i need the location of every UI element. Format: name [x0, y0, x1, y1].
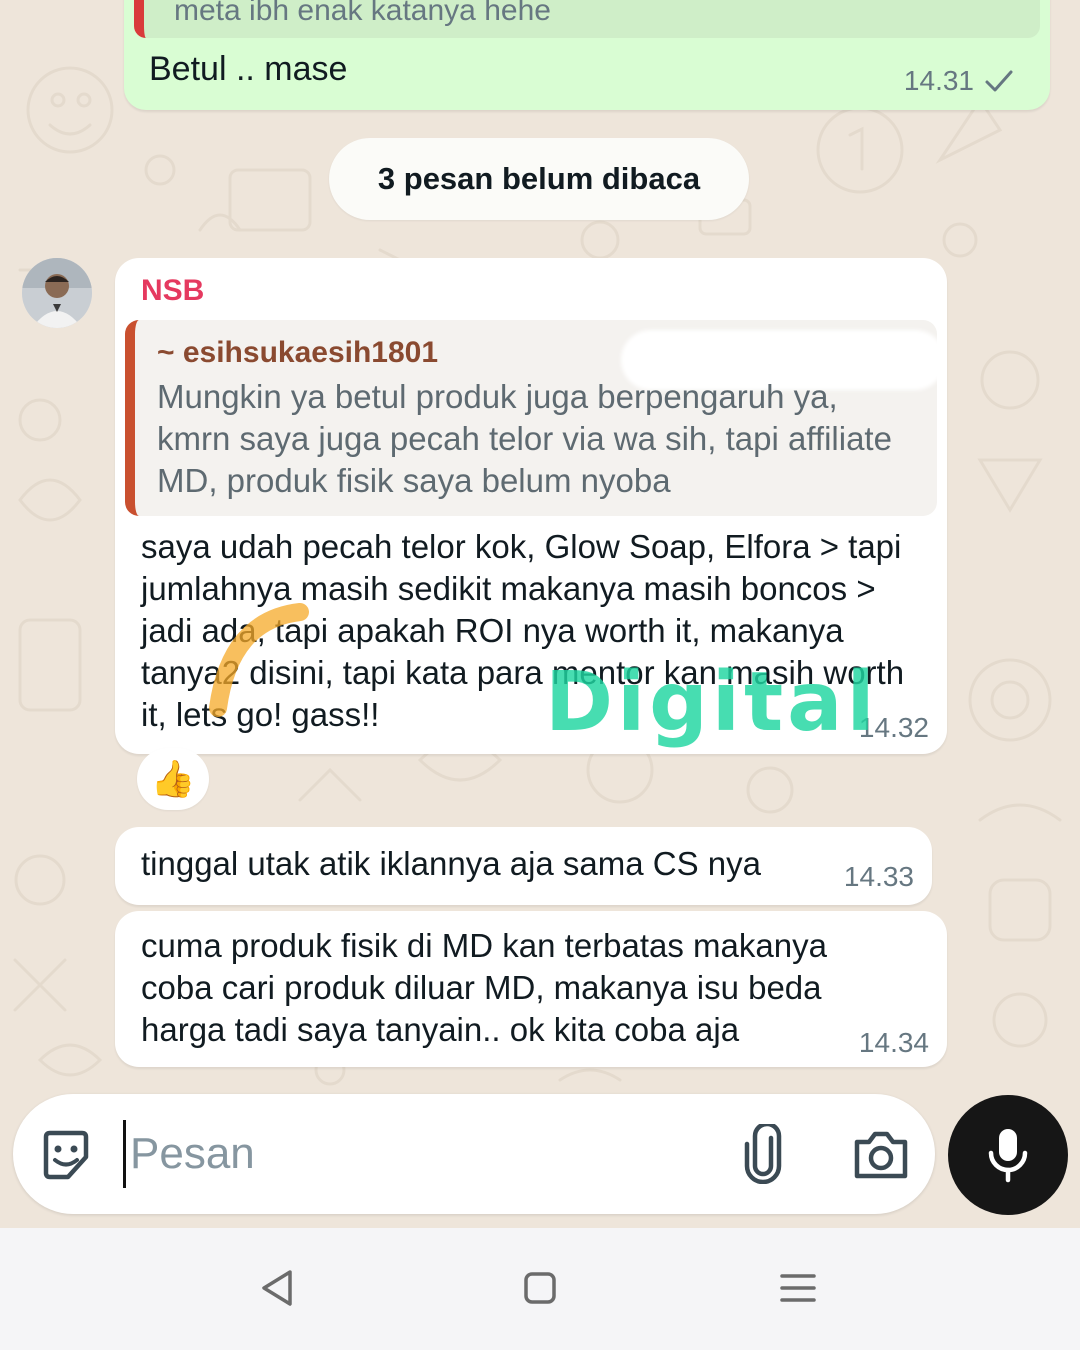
avatar[interactable] — [22, 258, 92, 328]
home-icon[interactable] — [520, 1268, 560, 1308]
message-time: 14.34 — [858, 1027, 929, 1058]
message-meta: 14.31 — [904, 65, 1014, 97]
outgoing-message[interactable]: meta ibh enak katanya hehe Betul .. mase… — [124, 0, 1050, 110]
recents-icon[interactable] — [776, 1270, 820, 1306]
message-time: 14.33 — [843, 861, 914, 892]
message-time: 14.31 — [903, 65, 974, 96]
reaction-badge[interactable]: 👍 — [137, 748, 209, 810]
message-composer — [13, 1094, 935, 1214]
single-check-icon — [985, 70, 1013, 92]
chat-background: meta ibh enak katanya hehe Betul .. mase… — [0, 0, 1080, 1228]
sticker-icon[interactable] — [38, 1127, 94, 1183]
camera-icon[interactable] — [851, 1126, 911, 1182]
quoted-message-text: Mungkin ya betul produk juga berpengaruh… — [157, 378, 892, 499]
back-icon[interactable] — [256, 1266, 300, 1310]
attach-icon[interactable] — [741, 1124, 785, 1184]
quoted-message[interactable]: meta ibh enak katanya hehe — [134, 0, 1040, 38]
incoming-message[interactable]: tinggal utak atik iklannya aja sama CS n… — [115, 827, 932, 905]
watermark-text: Digital — [545, 655, 879, 750]
quoted-message[interactable]: ~ esihsukaesih1801 Mungkin ya betul prod… — [125, 320, 937, 516]
mic-button[interactable] — [948, 1095, 1068, 1215]
quoted-author: ~ esihsukaesih1801 — [157, 336, 439, 369]
quoted-message-text: meta ibh enak katanya hehe — [174, 0, 551, 27]
mic-icon — [988, 1129, 1028, 1183]
unread-messages-banner: 3 pesan belum dibaca — [329, 138, 749, 220]
sender-name[interactable]: NSB — [141, 274, 204, 308]
message-text: Betul .. mase — [149, 50, 348, 88]
message-text: tinggal utak atik iklannya aja sama CS n… — [141, 845, 762, 882]
watermark-logo — [209, 603, 309, 717]
avatar-image — [22, 258, 92, 328]
incoming-message[interactable]: cuma produk fisik di MD kan terbatas mak… — [115, 911, 947, 1067]
message-input[interactable] — [123, 1120, 703, 1188]
message-text: cuma produk fisik di MD kan terbatas mak… — [141, 927, 827, 1048]
system-nav-bar — [0, 1228, 1080, 1350]
